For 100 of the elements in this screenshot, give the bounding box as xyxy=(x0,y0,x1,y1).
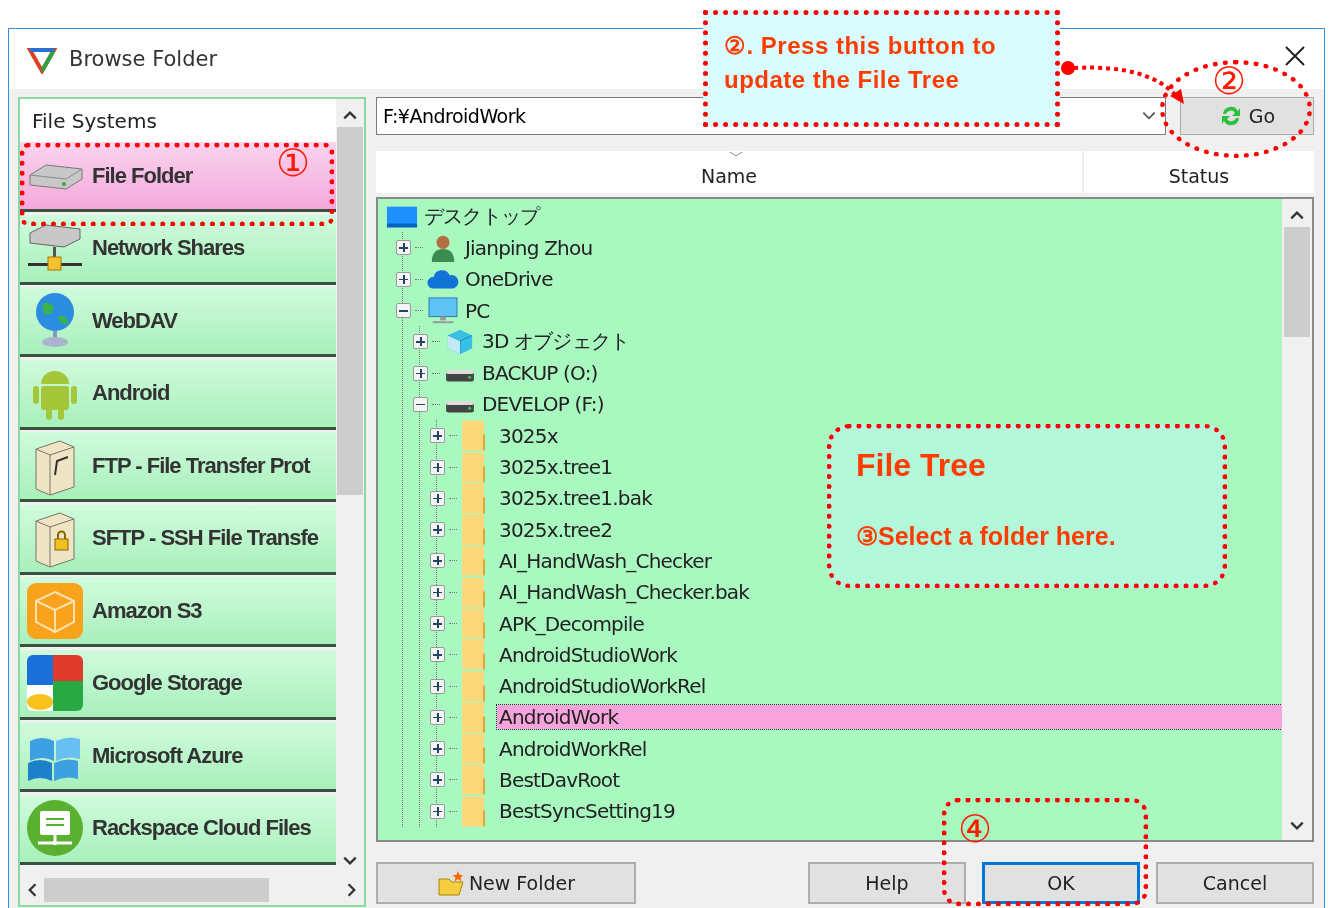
file-system-label: File Folder xyxy=(92,162,193,189)
callout-text: ②. Press this button to xyxy=(724,31,998,61)
dialog-button[interactable]: Help xyxy=(808,862,966,904)
file-system-label: Microsoft Azure xyxy=(92,742,243,769)
scroll-thumb[interactable] xyxy=(1284,227,1310,337)
scroll-down-icon[interactable] xyxy=(1289,820,1305,832)
folder-icon xyxy=(461,733,487,765)
scrollbar[interactable] xyxy=(1282,199,1312,840)
folder-icon xyxy=(461,482,487,514)
file-system-item[interactable]: WebDAV xyxy=(20,287,336,357)
new-folder-button[interactable]: New Folder xyxy=(376,862,636,904)
file-system-item[interactable]: Rackspace Cloud Files xyxy=(20,794,336,865)
expand-toggle[interactable] xyxy=(396,240,411,256)
expand-toggle[interactable] xyxy=(430,553,445,569)
column-header[interactable]: Status xyxy=(1084,151,1314,193)
tree-item[interactable]: AndroidStudioWorkRel xyxy=(497,674,708,699)
tree-item[interactable]: AndroidWork xyxy=(497,705,1282,730)
file-system-label: Network Shares xyxy=(92,235,245,261)
folder-icon xyxy=(461,639,487,671)
expand-toggle[interactable] xyxy=(430,647,445,663)
callout-text: update the File Tree xyxy=(724,65,961,95)
go-button[interactable]: Go xyxy=(1180,97,1314,135)
tree-item[interactable]: BestDavRoot xyxy=(497,768,622,792)
scroll-up-icon[interactable] xyxy=(342,109,358,121)
file-system-label: Google Storage xyxy=(92,670,242,696)
tree-item[interactable]: Jianping Zhou xyxy=(463,235,595,260)
folder-icon xyxy=(461,701,487,733)
folder-icon xyxy=(461,451,487,483)
tree-item[interactable]: 3025x.tree1.bak xyxy=(497,486,654,511)
tree-item[interactable]: 3025x xyxy=(497,423,560,448)
folder-icon xyxy=(461,420,487,452)
file-system-label: WebDAV xyxy=(92,307,177,334)
tree-item[interactable]: 3D オブジェクト xyxy=(480,328,632,356)
expand-toggle[interactable] xyxy=(430,584,445,600)
tree-item[interactable]: AI_HandWash_Checker.bak xyxy=(497,580,752,605)
computer-icon xyxy=(427,296,459,325)
path-input[interactable]: F:¥AndroidWork xyxy=(377,105,579,127)
file-system-item[interactable]: Network Shares xyxy=(20,214,336,285)
tree-item[interactable]: AndroidWorkRel xyxy=(497,736,649,761)
column-header[interactable]: Name xyxy=(376,151,1084,193)
file-system-label: Amazon S3 xyxy=(92,597,202,624)
expand-toggle[interactable] xyxy=(430,616,445,631)
file-system-label: Rackspace Cloud Files xyxy=(92,815,311,841)
expand-toggle[interactable] xyxy=(396,271,411,287)
tree-item[interactable]: AndroidStudioWork xyxy=(497,642,680,667)
expand-toggle[interactable] xyxy=(430,709,445,725)
expand-toggle[interactable] xyxy=(430,678,445,694)
tree-item[interactable]: 3025x.tree2 xyxy=(497,517,615,542)
file-system-item[interactable]: FTP - File Transfer Prot xyxy=(20,432,336,502)
expand-toggle[interactable] xyxy=(413,334,428,350)
expand-toggle[interactable] xyxy=(430,490,445,506)
folder-icon xyxy=(461,670,487,702)
tree-item[interactable]: 3025x.tree1 xyxy=(497,455,615,479)
tree-item[interactable]: BACKUP (O:) xyxy=(480,361,600,386)
step-number: ④ xyxy=(958,810,993,848)
step-number: ① xyxy=(276,144,311,182)
close-icon[interactable] xyxy=(1284,45,1306,67)
collapse-toggle[interactable] xyxy=(396,303,411,319)
folder-icon xyxy=(461,795,487,827)
dialog-button[interactable]: Cancel xyxy=(1156,862,1314,904)
presentation-board-icon xyxy=(24,797,86,859)
file-system-label: FTP - File Transfer Prot xyxy=(92,452,310,479)
sort-chevron-icon xyxy=(729,151,743,157)
scroll-down-icon[interactable] xyxy=(342,855,358,867)
scroll-right-icon[interactable] xyxy=(346,882,358,898)
note-title: File Tree xyxy=(856,447,987,484)
tree-item[interactable]: BestSyncSetting19 xyxy=(497,799,677,824)
file-system-item[interactable]: Microsoft Azure xyxy=(20,722,336,792)
expand-toggle[interactable] xyxy=(430,522,445,538)
folder-icon xyxy=(461,576,487,608)
dropdown-chevron-icon[interactable] xyxy=(1141,110,1157,122)
tree-item[interactable]: OneDrive xyxy=(463,267,555,292)
scroll-thumb[interactable] xyxy=(337,127,363,495)
file-system-item[interactable]: Amazon S3 xyxy=(20,577,336,647)
expand-toggle[interactable] xyxy=(430,459,445,475)
tree-item[interactable]: デスクトップ xyxy=(422,203,542,231)
folder-icon xyxy=(461,764,487,796)
tree-item[interactable]: DEVELOP (F:) xyxy=(480,392,606,417)
tree-item[interactable]: AI_HandWash_Checker xyxy=(497,548,714,573)
file-system-item[interactable]: SFTP - SSH File Transfe xyxy=(20,504,336,575)
tree-item[interactable]: APK_Decompile xyxy=(497,611,646,636)
expand-toggle[interactable] xyxy=(430,803,445,819)
note-text: ③Select a folder here. xyxy=(856,522,1117,551)
file-system-item[interactable]: Android xyxy=(20,359,336,430)
expand-toggle[interactable] xyxy=(430,428,445,444)
expand-toggle[interactable] xyxy=(430,741,445,757)
file-system-label: SFTP - SSH File Transfe xyxy=(92,525,318,551)
tree-item[interactable]: PC xyxy=(463,298,492,323)
scroll-left-icon[interactable] xyxy=(26,882,38,898)
file-system-item[interactable]: Google Storage xyxy=(20,649,336,720)
panel-header: File Systems xyxy=(20,99,336,142)
collapse-toggle[interactable] xyxy=(413,396,428,412)
dialog-button[interactable]: OK xyxy=(982,862,1140,904)
scroll-up-icon[interactable] xyxy=(1289,209,1305,221)
window-title: Browse Folder xyxy=(69,47,219,71)
folder-icon xyxy=(461,545,487,577)
folder-star-icon xyxy=(436,869,465,897)
expand-toggle[interactable] xyxy=(430,772,445,788)
folder-icon xyxy=(461,608,487,639)
expand-toggle[interactable] xyxy=(413,365,428,381)
